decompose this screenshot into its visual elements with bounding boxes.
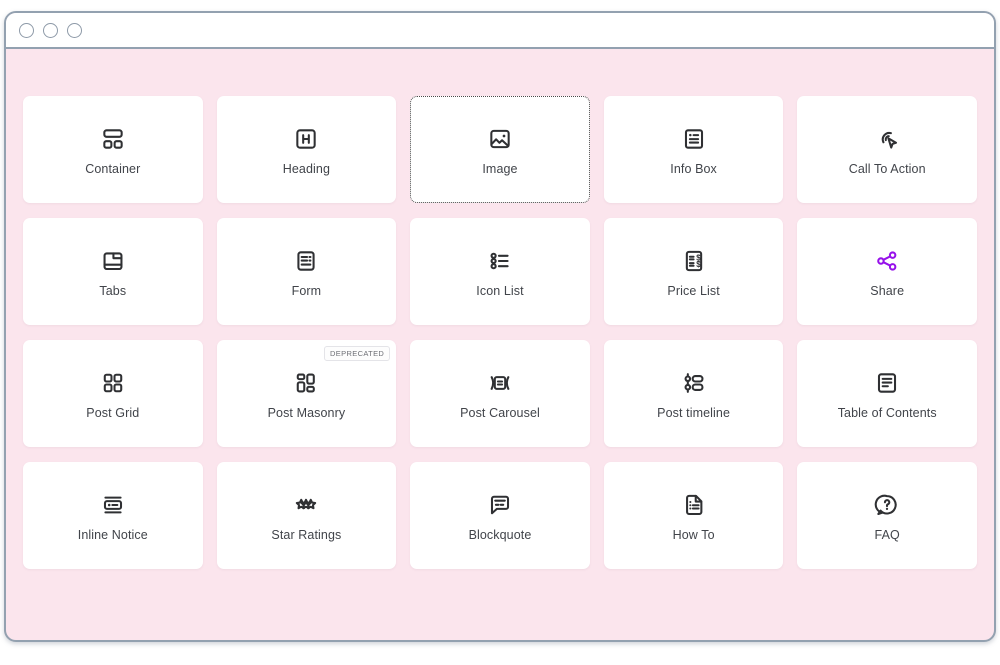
widget-label: Share (870, 285, 904, 298)
blockquote-icon (485, 490, 515, 520)
widget-label: Heading (283, 163, 330, 176)
window-title-bar (6, 13, 994, 49)
price-list-icon: $$ (679, 246, 709, 276)
widget-card-blockquote[interactable]: Blockquote (410, 462, 590, 569)
browser-window: Container Heading Image Info Box Call To Act… (4, 11, 996, 642)
heading-icon (291, 124, 321, 154)
window-button-maximize[interactable] (67, 23, 82, 38)
deprecated-badge: DEPRECATED (324, 346, 390, 361)
widget-label: Star Ratings (271, 529, 341, 542)
table-of-contents-icon (872, 368, 902, 398)
widget-card-icon-list[interactable]: Icon List (410, 218, 590, 325)
window-button-minimize[interactable] (43, 23, 58, 38)
image-icon (485, 124, 515, 154)
post-masonry-icon (291, 368, 321, 398)
widget-label: FAQ (875, 529, 900, 542)
widget-card-info-box[interactable]: Info Box (604, 96, 784, 203)
widget-card-post-carousel[interactable]: Post Carousel (410, 340, 590, 447)
widget-label: Table of Contents (838, 407, 937, 420)
widget-card-call-to-action[interactable]: Call To Action (797, 96, 977, 203)
widget-card-price-list[interactable]: $$ Price List (604, 218, 784, 325)
widget-card-form[interactable]: Form (217, 218, 397, 325)
widget-card-image[interactable]: Image (410, 96, 590, 203)
widget-label: Tabs (99, 285, 126, 298)
widget-label: Post Carousel (460, 407, 540, 420)
widget-grid: Container Heading Image Info Box Call To Act… (23, 96, 977, 569)
widget-canvas: Container Heading Image Info Box Call To Act… (6, 49, 994, 638)
widget-card-inline-notice[interactable]: Inline Notice (23, 462, 203, 569)
info-box-icon (679, 124, 709, 154)
widget-label: How To (673, 529, 715, 542)
share-icon (872, 246, 902, 276)
window-button-close[interactable] (19, 23, 34, 38)
call-to-action-icon (872, 124, 902, 154)
tabs-icon (98, 246, 128, 276)
widget-label: Price List (667, 285, 719, 298)
widget-card-table-of-contents[interactable]: Table of Contents (797, 340, 977, 447)
widget-label: Container (85, 163, 140, 176)
star-ratings-icon (291, 490, 321, 520)
widget-label: Form (292, 285, 322, 298)
widget-label: Post Grid (86, 407, 139, 420)
widget-label: Info Box (670, 163, 717, 176)
widget-card-star-ratings[interactable]: Star Ratings (217, 462, 397, 569)
widget-card-heading[interactable]: Heading (217, 96, 397, 203)
svg-text:$: $ (696, 260, 701, 269)
widget-card-post-masonry[interactable]: DEPRECATED Post Masonry (217, 340, 397, 447)
widget-label: Blockquote (469, 529, 532, 542)
post-carousel-icon (485, 368, 515, 398)
form-icon (291, 246, 321, 276)
inline-notice-icon (98, 490, 128, 520)
widget-card-post-grid[interactable]: Post Grid (23, 340, 203, 447)
widget-label: Post Masonry (268, 407, 346, 420)
post-grid-icon (98, 368, 128, 398)
widget-card-container[interactable]: Container (23, 96, 203, 203)
how-to-icon (679, 490, 709, 520)
widget-card-faq[interactable]: FAQ (797, 462, 977, 569)
widget-label: Post timeline (657, 407, 730, 420)
widget-card-share[interactable]: Share (797, 218, 977, 325)
widget-label: Image (482, 163, 517, 176)
widget-label: Call To Action (849, 163, 926, 176)
widget-card-post-timeline[interactable]: Post timeline (604, 340, 784, 447)
container-icon (98, 124, 128, 154)
widget-card-tabs[interactable]: Tabs (23, 218, 203, 325)
widget-card-how-to[interactable]: How To (604, 462, 784, 569)
widget-label: Icon List (476, 285, 523, 298)
icon-list-icon (485, 246, 515, 276)
widget-label: Inline Notice (78, 529, 148, 542)
post-timeline-icon (679, 368, 709, 398)
faq-icon (872, 490, 902, 520)
